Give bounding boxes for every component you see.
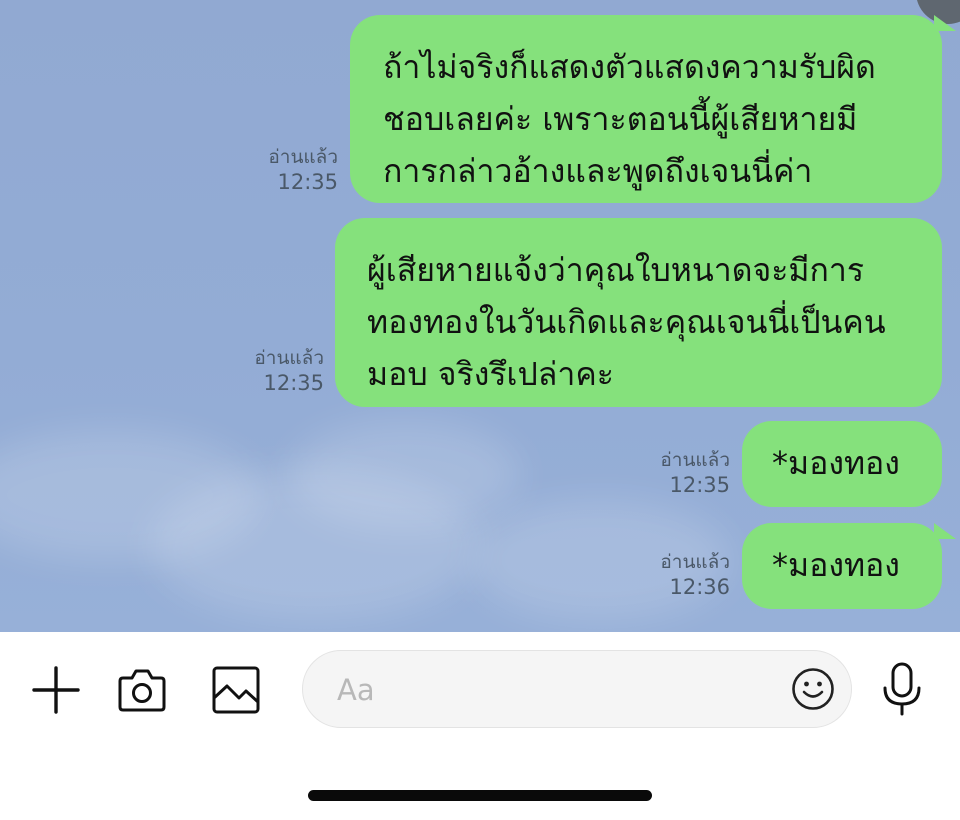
message-line: มอบ จริงรึเปล่าคะ bbox=[367, 355, 614, 393]
message-line: การกล่าวอ้างและพูดถึงเจนนี่ค่า bbox=[383, 152, 813, 190]
message-meta: อ่านแล้ว 12:35 bbox=[254, 346, 324, 396]
bubble-tail bbox=[934, 15, 956, 31]
background-cloud bbox=[290, 420, 520, 530]
message-time: 12:36 bbox=[669, 575, 730, 599]
message-bubble[interactable]: *มองทอง bbox=[742, 523, 942, 609]
message-time: 12:35 bbox=[669, 473, 730, 497]
message-line: ถ้าไม่จริงก็แสดงตัวแสดงความรับผิด bbox=[383, 48, 876, 86]
image-icon[interactable] bbox=[212, 666, 260, 714]
message-input[interactable] bbox=[335, 665, 779, 715]
message-meta: อ่านแล้ว 12:35 bbox=[268, 145, 338, 195]
message-line: ทองทองในวันเกิดและคุณเจนนี่เป็นคน bbox=[367, 303, 886, 341]
message-bubble[interactable]: ผู้เสียหายแจ้งว่าคุณใบหนาดจะมีการ ทองทอง… bbox=[335, 218, 942, 407]
read-status: อ่านแล้ว bbox=[660, 449, 730, 471]
read-status: อ่านแล้ว bbox=[254, 347, 324, 369]
message-input-field[interactable] bbox=[302, 650, 852, 728]
camera-icon[interactable] bbox=[118, 666, 166, 712]
message-line: ชอบเลยค่ะ เพราะตอนนี้ผู้เสียหายมี bbox=[383, 100, 858, 138]
chat-area[interactable]: อ่านแล้ว 12:35 ถ้าไม่จริงก็แสดงตัวแสดงคว… bbox=[0, 0, 960, 632]
read-status: อ่านแล้ว bbox=[268, 146, 338, 168]
message-bubble[interactable]: ถ้าไม่จริงก็แสดงตัวแสดงความรับผิด ชอบเลย… bbox=[350, 15, 942, 203]
message-line: *มองทอง bbox=[772, 444, 900, 482]
bubble-tail bbox=[934, 523, 956, 539]
message-line: ผู้เสียหายแจ้งว่าคุณใบหนาดจะมีการ bbox=[367, 251, 865, 289]
emoji-icon[interactable] bbox=[791, 667, 835, 711]
microphone-icon[interactable] bbox=[882, 662, 922, 716]
message-line: *มองทอง bbox=[772, 546, 900, 584]
input-bar bbox=[0, 632, 960, 820]
message-meta: อ่านแล้ว 12:35 bbox=[660, 448, 730, 498]
message-meta: อ่านแล้ว 12:36 bbox=[660, 550, 730, 600]
plus-icon[interactable] bbox=[32, 666, 80, 714]
home-indicator bbox=[308, 790, 652, 801]
message-time: 12:35 bbox=[263, 371, 324, 395]
read-status: อ่านแล้ว bbox=[660, 551, 730, 573]
message-bubble[interactable]: *มองทอง bbox=[742, 421, 942, 507]
message-time: 12:35 bbox=[277, 170, 338, 194]
